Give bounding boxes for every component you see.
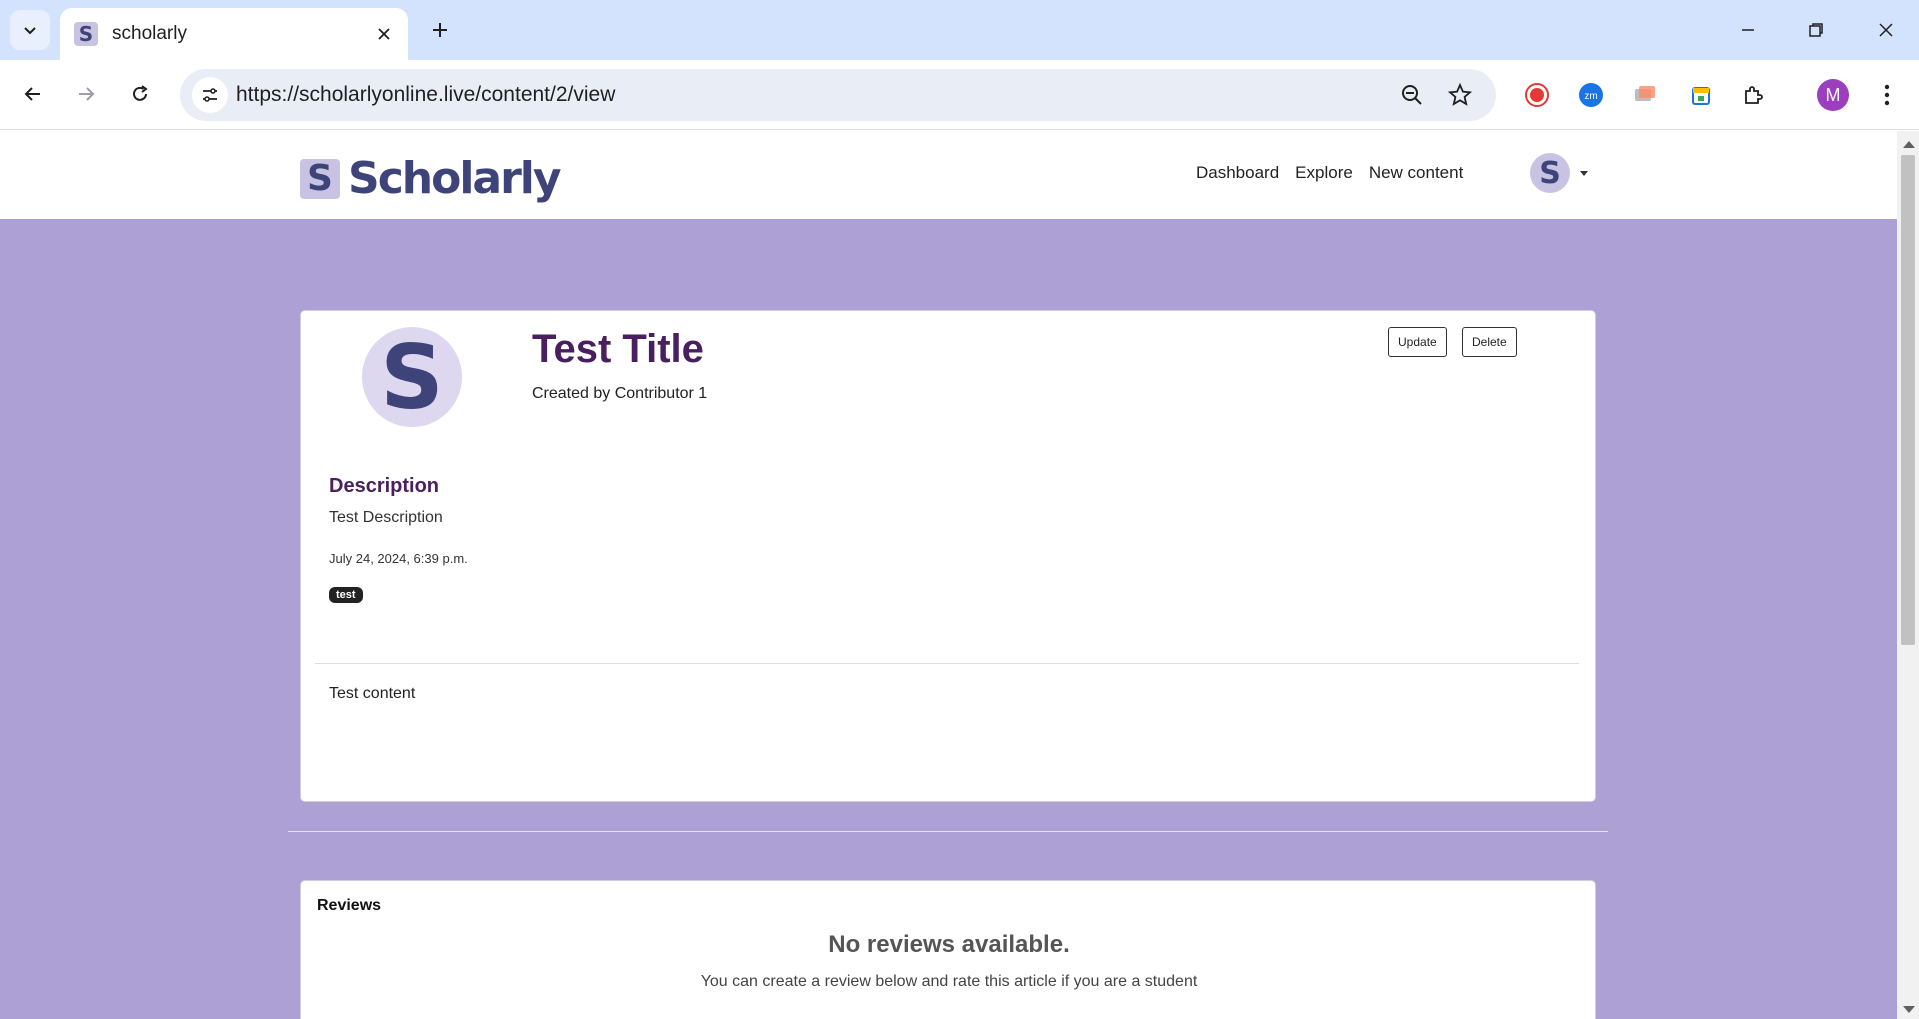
tab-title: scholarly (112, 23, 187, 44)
arrow-left-icon (24, 87, 40, 101)
nav-links: Dashboard Explore New content (1196, 163, 1463, 183)
close-icon (378, 28, 390, 40)
extensions-button[interactable] (1739, 80, 1769, 110)
arrow-right-icon (79, 87, 95, 101)
star-icon (1448, 83, 1472, 106)
close-window-button[interactable] (1866, 10, 1906, 50)
url-text[interactable]: https://scholarlyonline.live/content/2/v… (236, 83, 615, 107)
calendar-extension-button[interactable] (1686, 80, 1716, 110)
site-logo[interactable]: S Scholarly (300, 153, 562, 204)
logo-icon: S (300, 158, 340, 199)
screen-capture-icon (1635, 86, 1655, 101)
no-reviews-subtitle: You can create a review below and rate t… (700, 973, 1198, 990)
restore-button[interactable] (1796, 10, 1836, 50)
bookmark-button[interactable] (1446, 81, 1474, 109)
tune-icon (203, 88, 217, 102)
address-bar[interactable]: https://scholarlyonline.live/content/2/v… (180, 69, 1496, 121)
site-info-button[interactable] (192, 77, 228, 113)
content-title: Test Title (532, 327, 704, 371)
content-avatar: S (362, 326, 462, 429)
reload-button[interactable] (120, 74, 160, 114)
update-button[interactable]: Update (1388, 327, 1447, 357)
tag-badge[interactable]: test (329, 587, 363, 603)
close-tab-button[interactable] (372, 22, 396, 46)
screen-capture-extension-button[interactable] (1630, 80, 1660, 110)
user-avatar[interactable]: S (1530, 153, 1570, 193)
puzzle-icon (1745, 86, 1763, 104)
back-button[interactable] (13, 74, 53, 114)
nav-dashboard[interactable]: Dashboard (1196, 163, 1279, 183)
site-navbar: S Scholarly Dashboard Explore New conten… (0, 131, 1897, 219)
chevron-down-icon (24, 27, 36, 35)
section-divider (288, 831, 1608, 832)
content-date: July 24, 2024, 6:39 p.m. (329, 551, 468, 566)
record-extension-button[interactable] (1522, 80, 1552, 110)
svg-text:zm: zm (1584, 91, 1597, 102)
nav-explore[interactable]: Explore (1295, 163, 1353, 183)
reviews-heading: Reviews (317, 897, 382, 914)
browser-menu-button[interactable] (1872, 80, 1902, 110)
calendar-icon (1692, 87, 1710, 105)
active-tab[interactable]: S scholarly (60, 8, 408, 60)
content-card: S Test Title Created by Contributor 1 Up… (300, 310, 1596, 802)
plus-icon (433, 23, 447, 37)
delete-button[interactable]: Delete (1462, 327, 1517, 357)
zoom-out-icon (1402, 85, 1422, 105)
minimize-button[interactable] (1728, 10, 1768, 50)
description-heading: Description (329, 475, 440, 497)
reviews-card: Reviews No reviews available. You can cr… (300, 880, 1596, 1019)
logo-text: Scholarly (348, 153, 562, 204)
more-vertical-icon (1884, 84, 1890, 106)
description-text: Test Description (329, 509, 443, 526)
scroll-thumb[interactable] (1901, 155, 1915, 645)
restore-icon (1809, 23, 1823, 37)
zoom-button[interactable] (1398, 81, 1426, 109)
record-icon (1525, 83, 1549, 107)
zoom-extension-button[interactable]: zm (1576, 80, 1606, 110)
zoom-app-icon: zm (1579, 83, 1603, 107)
page-viewport: S Scholarly Dashboard Explore New conten… (0, 131, 1897, 1019)
scroll-up-arrow-icon[interactable] (1903, 141, 1915, 148)
forward-button[interactable] (66, 74, 106, 114)
divider (315, 663, 1579, 664)
new-tab-button[interactable] (424, 14, 456, 46)
nav-new-content[interactable]: New content (1369, 163, 1464, 183)
created-by: Created by Contributor 1 (532, 385, 708, 402)
content-body: Test content (329, 685, 416, 702)
page-scrollbar[interactable] (1897, 131, 1919, 1019)
no-reviews-title: No reviews available. (828, 931, 1070, 958)
reload-icon (133, 85, 148, 101)
favicon-icon: S (74, 22, 98, 46)
browser-toolbar: https://scholarlyonline.live/content/2/v… (0, 60, 1919, 130)
profile-avatar[interactable]: M (1817, 79, 1849, 111)
close-icon (1879, 23, 1893, 37)
scroll-down-arrow-icon[interactable] (1903, 1006, 1915, 1013)
minimize-icon (1742, 29, 1754, 31)
caret-down-icon[interactable] (1580, 171, 1588, 176)
tab-search-button[interactable] (10, 10, 50, 50)
tab-strip: S scholarly (0, 0, 1919, 60)
